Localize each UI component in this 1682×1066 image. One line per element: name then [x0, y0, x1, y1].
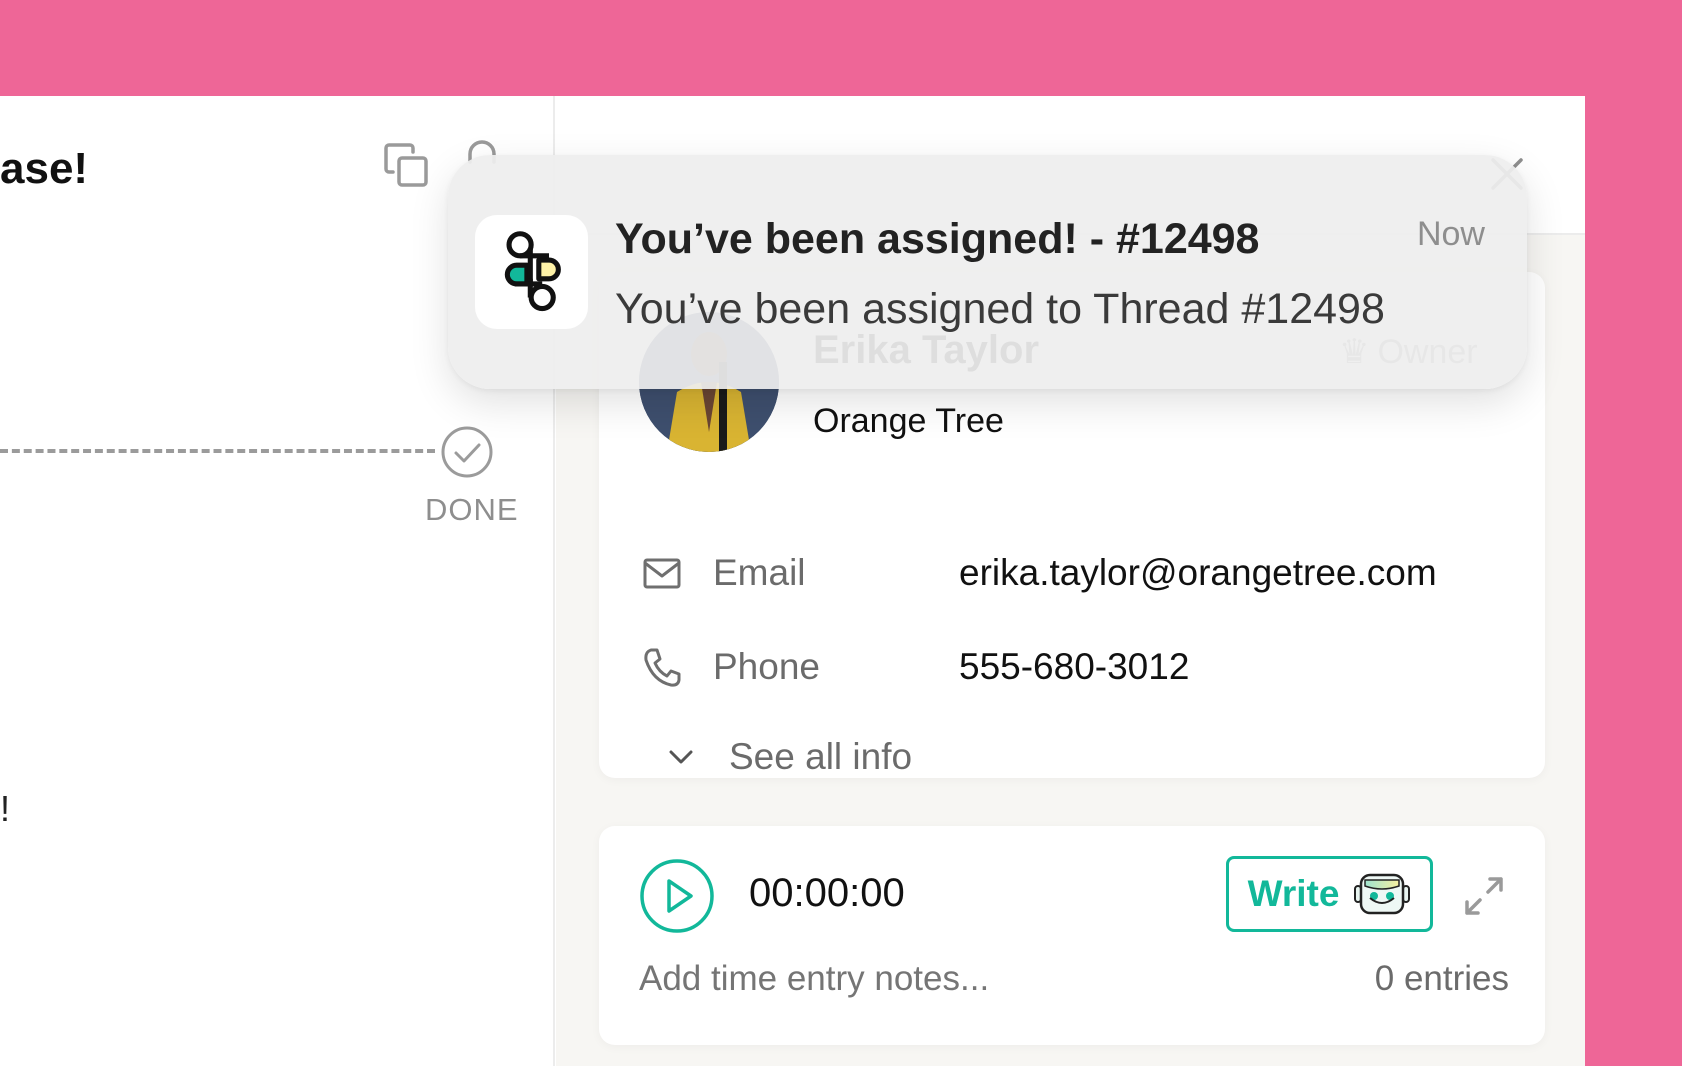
phone-icon	[641, 646, 683, 688]
see-all-info-label: See all info	[729, 736, 913, 777]
thread-title: ase!	[0, 144, 89, 193]
chevron-down-icon	[667, 743, 695, 771]
timer-display: 00:00:00	[749, 871, 905, 915]
email-row: Email erika.taylor@orangetree.com	[641, 548, 1521, 598]
entries-count: 0 entries	[1374, 959, 1509, 998]
notification-time: Now	[1416, 215, 1485, 253]
copy-icon[interactable]	[383, 142, 429, 188]
play-icon[interactable]	[639, 858, 715, 934]
time-tracker-card: 00:00:00 Write Add time entry notes... 0…	[599, 826, 1545, 1045]
email-value[interactable]: erika.taylor@orangetree.com	[959, 552, 1437, 594]
mail-icon	[641, 552, 683, 594]
check-circle-icon	[441, 426, 493, 478]
progress-dashed-line	[0, 449, 435, 453]
notification-body: You’ve been assigned to Thread #12498	[615, 285, 1385, 333]
notification-title: You’ve been assigned! - #12498	[615, 215, 1260, 263]
message-fragment: !	[0, 788, 11, 829]
write-button-label: Write	[1247, 873, 1340, 914]
phone-row: Phone 555-680-3012	[641, 642, 1521, 692]
see-all-info-toggle[interactable]: See all info	[667, 736, 912, 778]
robot-icon	[1353, 872, 1411, 916]
contact-company: Orange Tree	[813, 402, 1004, 440]
write-button[interactable]: Write	[1226, 856, 1433, 932]
phone-value[interactable]: 555-680-3012	[959, 646, 1189, 688]
status-done-label: DONE	[425, 492, 519, 527]
expand-icon[interactable]	[1462, 874, 1506, 918]
time-entry-notes-input[interactable]	[639, 959, 1159, 999]
assignment-notification[interactable]: You’ve been assigned! - #12498 You’ve be…	[448, 155, 1527, 389]
app-logo-icon	[475, 215, 588, 329]
email-label: Email	[713, 552, 806, 593]
phone-label: Phone	[713, 646, 820, 687]
